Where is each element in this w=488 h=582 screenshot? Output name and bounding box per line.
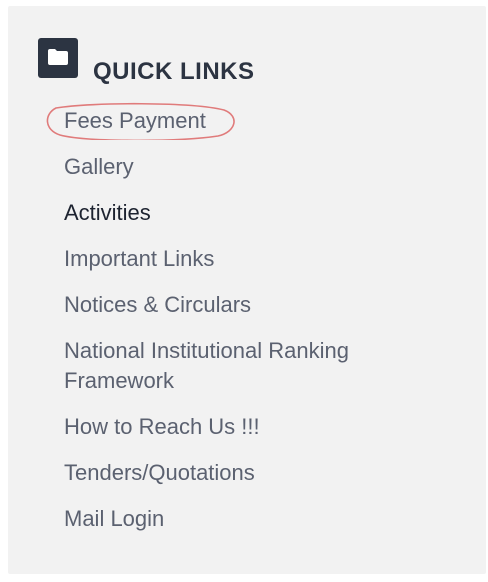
panel-title: QUICK LINKS	[93, 58, 255, 85]
link-label: Notices & Circulars	[64, 292, 252, 317]
link-activities[interactable]: Activities	[64, 198, 464, 228]
panel-header: QUICK LINKS	[38, 38, 458, 98]
link-mail-login[interactable]: Mail Login	[64, 504, 464, 534]
quick-links-list: Fees Payment Gallery Activities Importan…	[46, 102, 464, 550]
folder-icon	[38, 38, 78, 78]
link-label: How to Reach Us !!!	[64, 414, 260, 439]
link-label: Tenders/Quotations	[64, 460, 255, 485]
link-label: National Institutional Ranking Framework	[64, 338, 349, 393]
link-how-to-reach-us[interactable]: How to Reach Us !!!	[64, 412, 464, 442]
link-nirf[interactable]: National Institutional Ranking Framework	[64, 336, 464, 396]
quick-links-panel: QUICK LINKS Fees Payment Gallery Activit…	[8, 6, 486, 574]
link-fees-payment[interactable]: Fees Payment	[46, 102, 464, 140]
link-tenders-quotations[interactable]: Tenders/Quotations	[64, 458, 464, 488]
link-label: Important Links	[64, 246, 215, 271]
link-important-links[interactable]: Important Links	[64, 244, 464, 274]
link-label: Gallery	[64, 154, 134, 179]
link-label: Fees Payment	[64, 108, 206, 133]
link-label: Mail Login	[64, 506, 165, 531]
link-notices-circulars[interactable]: Notices & Circulars	[64, 290, 464, 320]
link-label: Activities	[64, 200, 151, 225]
link-gallery[interactable]: Gallery	[64, 152, 464, 182]
